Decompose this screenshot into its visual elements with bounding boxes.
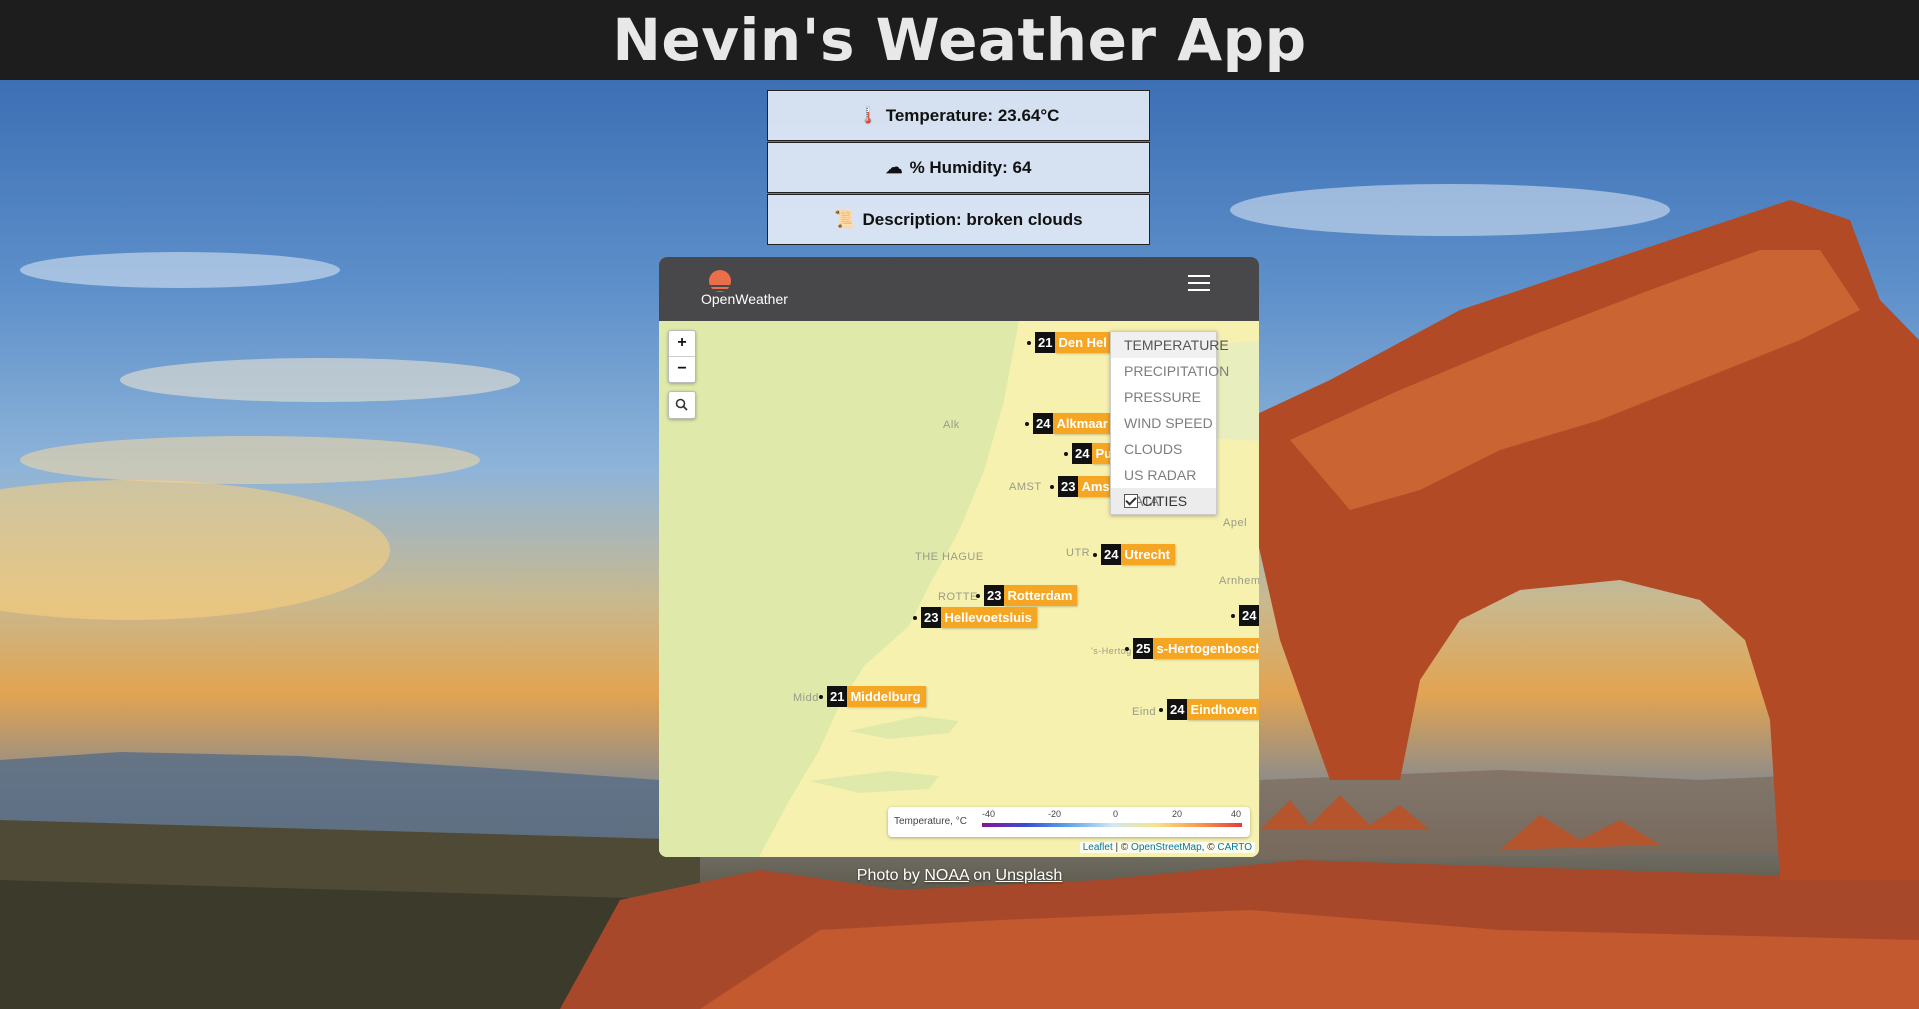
- layer-temperature[interactable]: TEMPERATURE: [1111, 332, 1229, 358]
- legend-tick: -40: [982, 809, 996, 819]
- legend-gradient: [982, 823, 1242, 827]
- cities-label: CITIES: [1142, 493, 1188, 509]
- attribution-separator: | ©: [1112, 842, 1132, 853]
- temperature-box: 🌡️ Temperature: 23.64°C: [767, 90, 1150, 141]
- temperature-legend: Temperature, °C -40 -20 0 20 40: [888, 807, 1250, 837]
- place-label: AMST: [1009, 481, 1042, 493]
- zoom-in-button[interactable]: +: [669, 331, 695, 356]
- openweather-brand[interactable]: OpenWeather: [701, 291, 788, 307]
- layer-precipitation[interactable]: PRECIPITATION: [1111, 358, 1229, 384]
- map-search-button[interactable]: [668, 391, 696, 419]
- layer-cities[interactable]: CITIES: [1111, 488, 1216, 514]
- map-attribution: Leaflet | © OpenStreetMap, © CARTO: [1079, 842, 1255, 853]
- app-header: Nevin's Weather App: [0, 0, 1919, 80]
- hamburger-menu-icon[interactable]: [1188, 275, 1210, 293]
- place-label: Eind: [1132, 706, 1157, 718]
- city-marker-middelburg[interactable]: 21 Middelburg: [819, 686, 926, 707]
- place-label: ROTTE: [938, 591, 978, 603]
- city-marker-alkmaar[interactable]: 24 Alkmaar: [1025, 413, 1113, 434]
- legend-tick: 0: [1113, 809, 1119, 819]
- photo-credit: Photo by NOAA on Unsplash: [0, 867, 1919, 885]
- page-title: Nevin's Weather App: [612, 6, 1307, 74]
- unsplash-link[interactable]: Unsplash: [996, 867, 1063, 884]
- weather-map-widget: OpenWeather Alk AMST THE HAGUE UTR ROTTE…: [659, 257, 1259, 857]
- layer-selector: TEMPERATURE PRECIPITATION PRESSURE WIND …: [1110, 331, 1229, 515]
- thermometer-icon: 🌡️: [857, 105, 879, 125]
- description-box: 📜 Description: broken clouds: [767, 194, 1150, 245]
- place-label: Arnhem: [1219, 575, 1259, 587]
- search-icon: [675, 398, 688, 411]
- legend-tick: 20: [1172, 809, 1183, 819]
- place-label: Apel: [1223, 517, 1248, 529]
- legend-tick: -20: [1048, 809, 1062, 819]
- layer-us-radar-data[interactable]: US RADAR DATA: [1111, 462, 1216, 509]
- place-label: Midd: [793, 692, 819, 704]
- openweather-header: OpenWeather: [659, 257, 1259, 321]
- cities-checkbox[interactable]: [1124, 494, 1138, 508]
- city-marker-hellevoetsluis[interactable]: 23 Hellevoetsluis: [913, 607, 1037, 628]
- place-label: THE HAGUE: [915, 551, 984, 563]
- description-text: Description: broken clouds: [862, 209, 1083, 229]
- city-marker-utrecht[interactable]: 24 Utrecht: [1093, 544, 1175, 565]
- temperature-text: Temperature: 23.64°C: [885, 105, 1060, 125]
- credit-prefix: Photo by: [856, 867, 925, 884]
- city-marker-eindhoven[interactable]: 24 Eindhoven: [1159, 699, 1259, 720]
- legend-title: Temperature, °C: [894, 816, 967, 827]
- openweather-logo-icon[interactable]: [707, 267, 733, 293]
- scroll-icon: 📜: [834, 209, 856, 229]
- map-canvas[interactable]: Alk AMST THE HAGUE UTR ROTTE Apel Arnhem…: [659, 321, 1259, 857]
- photographer-link[interactable]: NOAA: [924, 867, 968, 884]
- cloud-icon: ☁: [885, 157, 903, 177]
- humidity-box: ☁ % Humidity: 64: [767, 142, 1150, 193]
- city-marker-den-helder[interactable]: 21 Den Hel: [1027, 332, 1112, 353]
- attribution-separator: , ©: [1201, 842, 1218, 853]
- openstreetmap-link[interactable]: OpenStreetMap: [1131, 842, 1202, 853]
- zoom-controls: + −: [668, 330, 696, 383]
- layer-wind-speed[interactable]: WIND SPEED: [1111, 410, 1216, 436]
- city-marker-rotterdam[interactable]: 23 Rotterdam: [976, 585, 1078, 606]
- zoom-out-button[interactable]: −: [669, 356, 695, 382]
- credit-middle: on: [968, 867, 996, 884]
- city-marker-edge[interactable]: 24: [1231, 605, 1259, 626]
- layer-pressure[interactable]: PRESSURE: [1111, 384, 1216, 410]
- place-label: UTR: [1066, 547, 1091, 559]
- layer-clouds[interactable]: CLOUDS: [1111, 436, 1216, 462]
- leaflet-link[interactable]: Leaflet: [1083, 842, 1113, 853]
- place-label: Alk: [943, 419, 960, 431]
- carto-link[interactable]: CARTO: [1217, 842, 1252, 853]
- city-marker-s-hertogenbosch[interactable]: 25 s-Hertogenbosch: [1125, 638, 1259, 659]
- humidity-text: % Humidity: 64: [909, 157, 1032, 177]
- legend-tick: 40: [1231, 809, 1242, 819]
